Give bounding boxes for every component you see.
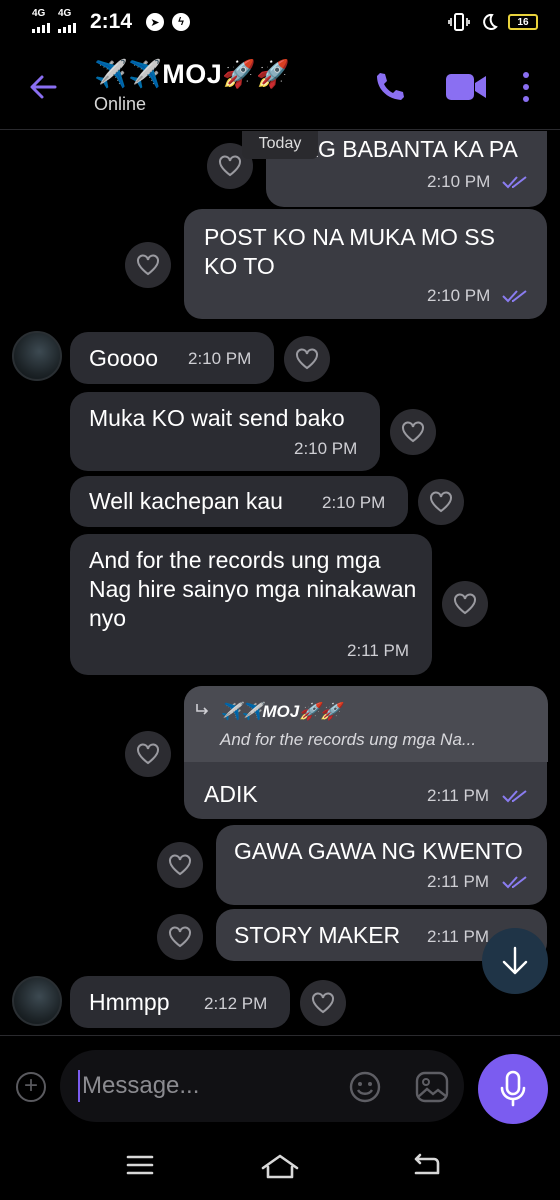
- microphone-icon: [500, 1070, 526, 1107]
- home-icon[interactable]: [260, 1153, 300, 1181]
- network-type-label: 4G: [58, 8, 72, 19]
- reply-author: ✈️✈️MOJ🚀🚀: [220, 702, 342, 721]
- messenger-icon: ϟ: [172, 13, 191, 31]
- message-time: 2:11 PM: [427, 786, 490, 805]
- message-time: 2:11 PM: [347, 641, 410, 660]
- react-heart-icon[interactable]: [157, 914, 203, 960]
- contact-avatar[interactable]: [12, 331, 62, 381]
- read-receipt-icon: [502, 876, 527, 889]
- message-time: 2:10 PM: [427, 286, 491, 305]
- clock: 2:14: [90, 10, 133, 33]
- read-receipt-icon: [502, 176, 527, 189]
- attach-plus-icon[interactable]: +: [16, 1072, 46, 1102]
- signal-icon: 4G: [58, 8, 76, 33]
- reply-quote[interactable]: ✈️✈️MOJ🚀🚀 And for the records ung mga Na…: [184, 686, 548, 762]
- message-field[interactable]: [60, 1050, 464, 1122]
- react-heart-icon[interactable]: [418, 479, 464, 525]
- react-heart-icon[interactable]: [284, 336, 330, 382]
- chat-header: ✈️✈️MOJ🚀🚀 Online: [0, 44, 560, 130]
- status-bar: 4G 4G 2:14 ➤ ϟ 16: [0, 0, 560, 44]
- react-heart-icon[interactable]: [442, 581, 488, 627]
- message-time: 2:10 PM: [188, 349, 252, 368]
- message-bubble-incoming[interactable]: Muka KO wait send bako 2:10 PM: [70, 392, 380, 471]
- reply-snippet: And for the records ung mga Na...: [220, 730, 477, 749]
- message-text: Goooo: [89, 345, 159, 371]
- message-time: 2:11 PM: [427, 872, 490, 891]
- message-time: 2:10 PM: [427, 172, 491, 191]
- message-text: Muka KO wait send bako: [89, 405, 345, 431]
- message-text: NAG BABANTA KA PA: [286, 136, 518, 162]
- react-heart-icon[interactable]: [300, 980, 346, 1026]
- message-bubble-outgoing[interactable]: ✈️✈️MOJ🚀🚀 And for the records ung mga Na…: [184, 686, 548, 819]
- network-type-label: 4G: [32, 8, 46, 19]
- message-time: 2:12 PM: [204, 994, 268, 1013]
- battery-icon: 16: [508, 14, 538, 30]
- message-bubble-incoming[interactable]: Hmmpp 2:12 PM: [70, 976, 290, 1028]
- react-heart-icon[interactable]: [390, 409, 436, 455]
- react-heart-icon[interactable]: [157, 842, 203, 888]
- moon-icon: [483, 13, 498, 30]
- gallery-icon[interactable]: [414, 1070, 450, 1104]
- video-call-icon[interactable]: [444, 70, 488, 104]
- message-time: 2:10 PM: [322, 493, 386, 512]
- system-nav-bar: [0, 1135, 560, 1200]
- back-nav-icon[interactable]: [412, 1153, 442, 1179]
- message-text: And for the records ung mga Nag hire sai…: [89, 547, 417, 631]
- more-options-icon[interactable]: [520, 70, 532, 104]
- react-heart-icon[interactable]: [125, 731, 171, 777]
- message-bubble-incoming[interactable]: Goooo 2:10 PM: [70, 332, 274, 384]
- react-heart-icon[interactable]: [125, 242, 171, 288]
- date-divider: Today: [242, 131, 318, 159]
- telegram-icon: ➤: [146, 13, 165, 31]
- message-bubble-incoming[interactable]: And for the records ung mga Nag hire sai…: [70, 534, 432, 675]
- contact-status: Online: [94, 94, 147, 114]
- message-bubble-outgoing[interactable]: GAWA GAWA NG KWENTO 2:11 PM: [216, 825, 547, 905]
- arrow-down-icon: [502, 946, 528, 975]
- message-text: ADIK: [204, 781, 258, 807]
- reply-arrow-icon: [196, 704, 209, 715]
- message-bubble-incoming[interactable]: Well kachepan kau 2:10 PM: [70, 476, 408, 527]
- vibrate-icon: [448, 13, 470, 31]
- voice-call-icon[interactable]: [372, 70, 406, 104]
- back-arrow-icon[interactable]: [28, 72, 58, 102]
- message-time: 2:10 PM: [294, 439, 358, 458]
- contact-avatar[interactable]: [12, 976, 62, 1026]
- message-time: 2:11 PM: [427, 927, 490, 946]
- message-text: POST KO NA MUKA MO SS KO TO: [204, 224, 495, 279]
- message-text: Hmmpp: [89, 989, 170, 1015]
- message-input[interactable]: [78, 1070, 328, 1102]
- message-text: STORY MAKER: [234, 922, 401, 948]
- message-bubble-outgoing[interactable]: POST KO NA MUKA MO SS KO TO 2:10 PM: [184, 209, 547, 319]
- emoji-icon[interactable]: [348, 1070, 382, 1104]
- read-receipt-icon: [502, 290, 527, 303]
- voice-message-button[interactable]: [478, 1054, 548, 1124]
- contact-info[interactable]: ✈️✈️MOJ🚀🚀 Online: [94, 58, 290, 115]
- scroll-to-bottom-button[interactable]: [482, 928, 548, 994]
- read-receipt-icon: [502, 790, 527, 803]
- menu-icon[interactable]: [126, 1153, 154, 1177]
- signal-icon: 4G: [32, 8, 50, 33]
- message-text: Well kachepan kau: [89, 488, 283, 514]
- message-list[interactable]: NAG BABANTA KA PA 2:10 PM Today POST KO …: [0, 131, 560, 1035]
- battery-level: 16: [517, 16, 529, 28]
- message-text: GAWA GAWA NG KWENTO: [234, 838, 523, 864]
- composer: +: [0, 1035, 560, 1135]
- contact-name: ✈️✈️MOJ🚀🚀: [94, 59, 291, 89]
